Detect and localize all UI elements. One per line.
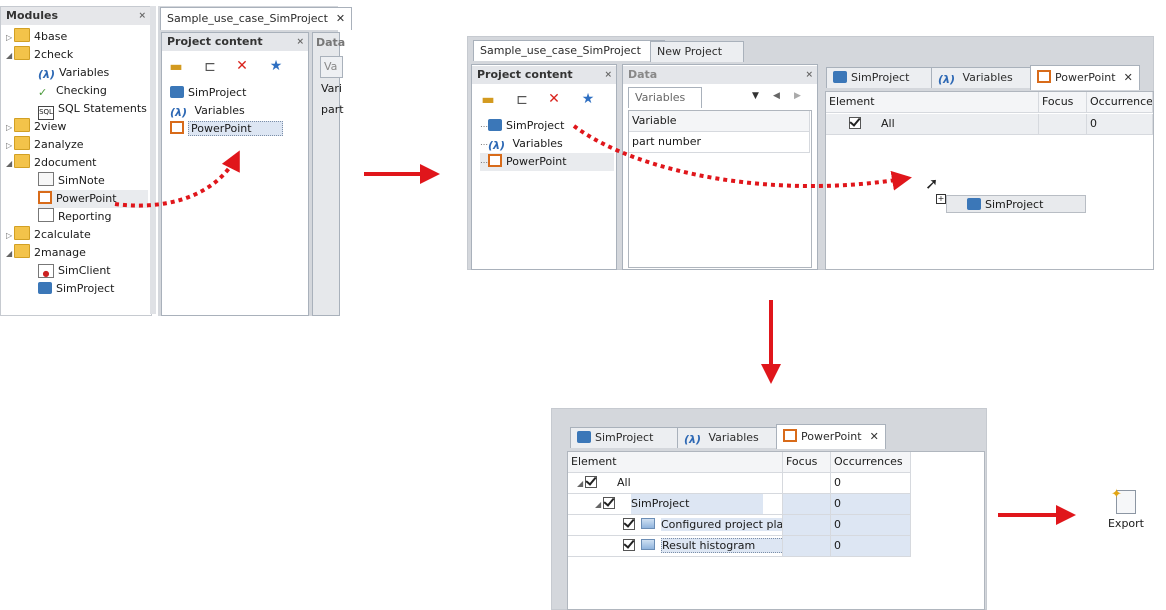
- drag-path-2: [572, 124, 912, 191]
- drag-path-1: [114, 150, 240, 208]
- annotation-arrows: [114, 124, 1076, 525]
